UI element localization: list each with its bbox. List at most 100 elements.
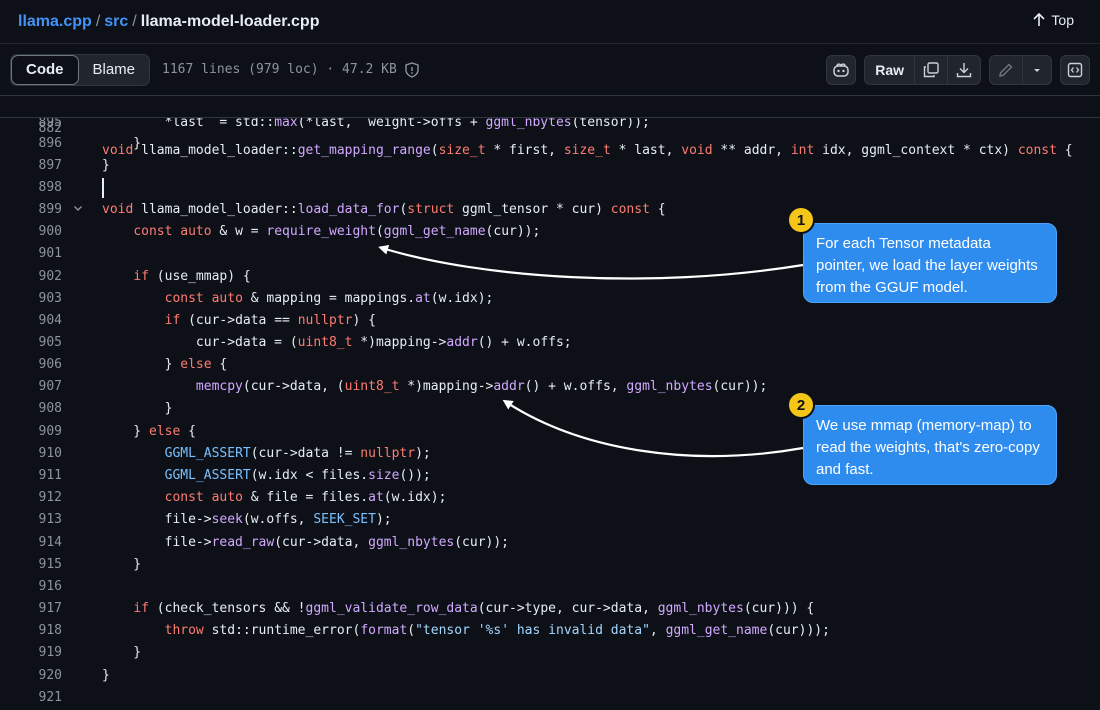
- code-line-text: }: [102, 645, 142, 660]
- code-line[interactable]: 913 file->seek(w.offs, SEEK_SET);: [0, 509, 1100, 531]
- breadcrumb-file-name: llama-model-loader.cpp: [140, 12, 320, 30]
- shield-icon[interactable]: [405, 61, 419, 78]
- code-line[interactable]: 916: [0, 576, 1100, 598]
- copy-button[interactable]: [915, 56, 948, 84]
- fold-toggle[interactable]: [72, 199, 84, 221]
- code-line-text: cur->data = (uint8_t *)mapping->addr() +…: [102, 335, 572, 350]
- tab-code[interactable]: Code: [11, 54, 79, 85]
- code-line-text: if (check_tensors && !ggml_validate_row_…: [133, 601, 815, 616]
- line-number[interactable]: 909: [0, 421, 62, 443]
- download-button[interactable]: [948, 56, 980, 84]
- code-line[interactable]: 904 if (cur->data == nullptr) {: [0, 310, 1100, 332]
- annotation-callout-2: We use mmap (memory-map) to read the wei…: [803, 405, 1057, 485]
- line-number[interactable]: 903: [0, 288, 62, 310]
- code-line-text: if (cur->data == nullptr) {: [164, 313, 376, 328]
- view-toggle: Code Blame: [10, 53, 151, 86]
- line-number[interactable]: 908: [0, 398, 62, 420]
- file-header: llama.cpp / src / llama-model-loader.cpp Top: [0, 0, 1100, 44]
- code-line[interactable]: 899 void llama_model_loader::load_data_fo…: [0, 199, 1100, 221]
- code-line[interactable]: 912 const auto & file = files.at(w.idx);: [0, 487, 1100, 509]
- chevron-down-icon: [74, 206, 82, 211]
- line-number[interactable]: 901: [0, 243, 62, 265]
- line-number[interactable]: 882: [0, 118, 62, 140]
- code-line[interactable]: 919 }: [0, 642, 1100, 664]
- arrow-up-icon: [1033, 13, 1045, 26]
- code-line-text: const auto & w = require_weight(ggml_get…: [133, 224, 541, 239]
- line-number[interactable]: 900: [0, 221, 62, 243]
- line-number[interactable]: 899: [0, 199, 62, 221]
- line-number[interactable]: 906: [0, 354, 62, 376]
- edit-dropdown-button[interactable]: [1023, 56, 1051, 84]
- line-number[interactable]: 905: [0, 332, 62, 354]
- code-line[interactable]: 906 } else {: [0, 354, 1100, 376]
- line-number[interactable]: 912: [0, 487, 62, 509]
- code-line[interactable]: 915 }: [0, 554, 1100, 576]
- chevron-down-icon: [1034, 69, 1040, 72]
- line-number[interactable]: 902: [0, 266, 62, 288]
- code-line[interactable]: 918 throw std::runtime_error(format("ten…: [0, 620, 1100, 642]
- file-toolbar: Code Blame 1167 lines (979 loc) · 47.2 K…: [0, 44, 1100, 96]
- text-cursor: [102, 178, 104, 198]
- line-number[interactable]: 913: [0, 509, 62, 531]
- callout-text: For each Tensor metadata pointer, we loa…: [816, 235, 1038, 296]
- line-number[interactable]: 919: [0, 642, 62, 664]
- code-line-text: }: [102, 557, 142, 572]
- code-line-text: } else {: [102, 357, 228, 372]
- breadcrumb-repo-link[interactable]: llama.cpp: [18, 13, 92, 30]
- code-line[interactable]: 905 cur->data = (uint8_t *)mapping->addr…: [0, 332, 1100, 354]
- breadcrumb: llama.cpp / src / llama-model-loader.cpp: [18, 13, 319, 31]
- raw-button[interactable]: Raw: [865, 56, 915, 84]
- sticky-line[interactable]: 882 void llama_model_loader::get_mapping…: [0, 96, 1100, 158]
- edit-actions: [989, 55, 1052, 85]
- badge-number: 2: [796, 396, 806, 414]
- annotation-badge-1: 1: [787, 206, 815, 234]
- breadcrumb-separator: /: [95, 12, 101, 30]
- code-line[interactable]: 917 if (check_tensors && !ggml_validate_…: [0, 598, 1100, 620]
- line-number[interactable]: 915: [0, 554, 62, 576]
- line-number[interactable]: 920: [0, 665, 62, 687]
- breadcrumb-dir-link[interactable]: src: [104, 13, 128, 30]
- code-line-text: }: [102, 401, 173, 416]
- code-line-text: }: [102, 668, 110, 683]
- line-number[interactable]: 918: [0, 620, 62, 642]
- line-number[interactable]: 904: [0, 310, 62, 332]
- annotation-callout-1: For each Tensor metadata pointer, we loa…: [803, 223, 1057, 303]
- file-meta-text: 1167 lines (979 loc) · 47.2 KB: [162, 62, 397, 77]
- callout-text: We use mmap (memory-map) to read the wei…: [816, 417, 1040, 478]
- code-line-text: } else {: [102, 424, 196, 439]
- code-line-text: if (use_mmap) {: [133, 269, 251, 284]
- copilot-button[interactable]: [826, 55, 857, 85]
- code-line-text: GGML_ASSERT(cur->data != nullptr);: [164, 446, 431, 461]
- code-line-text: memcpy(cur->data, (uint8_t *)mapping->ad…: [195, 379, 768, 394]
- line-number[interactable]: 921: [0, 687, 62, 709]
- code-square-icon: [1067, 62, 1083, 78]
- raw-actions: Raw: [864, 55, 981, 85]
- code-line[interactable]: 907 memcpy(cur->data, (uint8_t *)mapping…: [0, 376, 1100, 398]
- edit-button[interactable]: [990, 56, 1023, 84]
- code-line[interactable]: 920}: [0, 665, 1100, 687]
- code-line[interactable]: 921: [0, 687, 1100, 709]
- code-line-text: const auto & mapping = mappings.at(w.idx…: [164, 291, 494, 306]
- annotation-badge-2: 2: [787, 391, 815, 419]
- line-number[interactable]: 911: [0, 465, 62, 487]
- breadcrumb-separator: /: [132, 12, 137, 30]
- line-number[interactable]: 910: [0, 443, 62, 465]
- line-number[interactable]: 907: [0, 376, 62, 398]
- tab-blame[interactable]: Blame: [79, 55, 150, 85]
- code-viewer: 882 void llama_model_loader::get_mapping…: [0, 96, 1100, 710]
- top-link-label: Top: [1051, 12, 1074, 28]
- code-line-text: throw std::runtime_error(format("tensor …: [164, 623, 830, 638]
- code-line[interactable]: 898: [0, 177, 1100, 199]
- line-number[interactable]: 914: [0, 532, 62, 554]
- line-number[interactable]: 916: [0, 576, 62, 598]
- file-actions: Raw: [826, 55, 1090, 85]
- top-link[interactable]: Top: [1033, 12, 1074, 28]
- code-line-text: const auto & file = files.at(w.idx);: [164, 490, 447, 505]
- line-number[interactable]: 917: [0, 598, 62, 620]
- code-line-text: file->read_raw(cur->data, ggml_nbytes(cu…: [102, 535, 510, 550]
- copilot-icon: [833, 63, 849, 77]
- code-line[interactable]: 914 file->read_raw(cur->data, ggml_nbyte…: [0, 532, 1100, 554]
- badge-number: 1: [796, 211, 806, 229]
- code-line-text: void llama_model_loader::load_data_for(s…: [102, 202, 666, 217]
- symbols-button[interactable]: [1060, 55, 1090, 85]
